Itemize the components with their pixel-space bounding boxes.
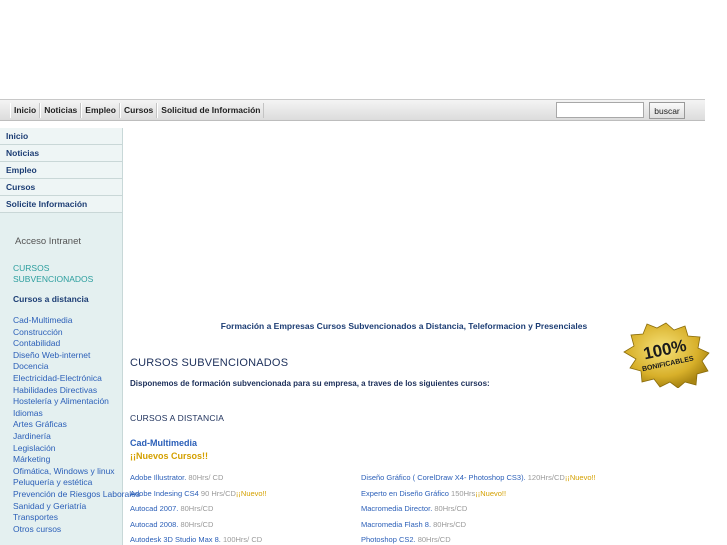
course-list-left: Adobe Illustrator. 80Hrs/ CD Adobe Indesi…	[130, 470, 360, 545]
course-item[interactable]: Autocad 2007. 80Hrs/CD	[130, 501, 360, 517]
course-name[interactable]: Autocad 2007.	[130, 504, 178, 513]
category-link[interactable]: Legislación	[13, 443, 121, 455]
section-title: CURSOS A DISTANCIA	[130, 413, 225, 423]
page-title: CURSOS SUBVENCIONADOS	[130, 357, 289, 369]
category-link[interactable]: Diseño Web-internet	[13, 350, 121, 362]
topnav-inicio[interactable]: Inicio	[10, 103, 41, 118]
category-link[interactable]: Prevención de Riesgos Laborales	[13, 489, 140, 501]
category-link[interactable]: Habilidades Directivas	[13, 385, 121, 397]
course-name[interactable]: Photoshop CS2.	[361, 535, 416, 544]
new-badge: ¡¡Nuevo!!	[475, 488, 507, 498]
course-name[interactable]: Experto en Diseño Gráfico	[361, 489, 449, 498]
category-title[interactable]: CURSOS SUBVENCIONADOS	[13, 263, 118, 285]
category-heading[interactable]: Cad-Multimedia	[130, 438, 197, 448]
sidebar: Inicio Noticias Empleo Cursos Solicite I…	[0, 128, 140, 545]
sidebar-item-noticias[interactable]: Noticias	[0, 145, 122, 162]
category-link[interactable]: Márketing	[13, 454, 121, 466]
course-duration: 120Hrs/CD	[525, 473, 565, 482]
category-link[interactable]: Electricidad-Electrónica	[13, 373, 121, 385]
intro-text: Disponemos de formación subvencionada pa…	[130, 379, 490, 388]
course-name[interactable]: Diseño Gráfico ( CorelDraw X4- Photoshop…	[361, 473, 526, 482]
course-duration: 100Hrs/ CD	[220, 535, 263, 544]
course-duration: 80Hrs/CD	[178, 504, 214, 513]
category-link[interactable]: Docencia	[13, 361, 121, 373]
course-name[interactable]: Autodesk 3D Studio Max 8.	[130, 535, 221, 544]
search-button[interactable]: buscar	[649, 102, 685, 119]
course-item[interactable]: Diseño Gráfico ( CorelDraw X4- Photoshop…	[361, 470, 621, 486]
course-item[interactable]: Experto en Diseño Gráfico 150Hrs¡¡Nuevo!…	[361, 486, 621, 502]
course-item[interactable]: Adobe Illustrator. 80Hrs/ CD	[130, 470, 360, 486]
sidebar-item-empleo[interactable]: Empleo	[0, 162, 122, 179]
course-duration: 90 Hrs/CD	[198, 488, 236, 498]
category-link[interactable]: Otros cursos	[13, 524, 121, 536]
course-item[interactable]: Macromedia Flash 8. 80Hrs/CD	[361, 517, 621, 533]
tagline: Formación a Empresas Cursos Subvencionad…	[220, 321, 588, 331]
category-link[interactable]: Transportes	[13, 512, 121, 524]
course-duration: 150Hrs	[448, 488, 476, 498]
new-badge: ¡¡Nuevo!!	[564, 473, 596, 482]
category-link[interactable]: Contabilidad	[13, 338, 121, 350]
category-link[interactable]: Hostelería y Alimentación	[13, 396, 121, 408]
course-duration: 80Hrs/CD	[178, 519, 214, 529]
category-link[interactable]: Ofimática, Windows y linux	[13, 466, 121, 478]
course-name[interactable]: Adobe Indesing CS4	[130, 489, 199, 498]
course-list-right: Diseño Gráfico ( CorelDraw X4- Photoshop…	[361, 470, 621, 545]
course-name[interactable]: Adobe Illustrator.	[130, 473, 186, 482]
new-badge: ¡¡Nuevo!!	[235, 488, 267, 498]
category-link[interactable]: Construcción	[13, 327, 121, 339]
category-link[interactable]: Idiomas	[13, 408, 121, 420]
category-subtitle[interactable]: Cursos a distancia	[13, 294, 89, 304]
course-duration: 80Hrs/CD	[415, 535, 451, 544]
course-duration: 80Hrs/ CD	[186, 473, 224, 482]
intranet-link[interactable]: Acceso Intranet	[15, 236, 81, 247]
course-item[interactable]: Adobe Indesing CS4 90 Hrs/CD¡¡Nuevo!!	[130, 486, 360, 502]
course-item[interactable]: Autocad 2008. 80Hrs/CD	[130, 517, 360, 533]
sidebar-item-solicite[interactable]: Solicite Información	[0, 196, 122, 213]
topnav-cursos[interactable]: Cursos	[119, 103, 158, 118]
search-input[interactable]	[556, 102, 644, 118]
course-name[interactable]: Macromedia Director.	[361, 504, 432, 513]
category-link[interactable]: Sanidad y Geriatría	[13, 501, 121, 513]
course-item[interactable]: Autodesk 3D Studio Max 8. 100Hrs/ CD	[130, 532, 360, 545]
top-navigation-bar: Inicio Noticias Empleo Cursos Solicitud …	[0, 99, 705, 121]
course-name[interactable]: Autocad 2008.	[130, 520, 178, 529]
category-links: Cad-Multimedia Construcción Contabilidad…	[13, 315, 140, 536]
new-courses-label: ¡¡Nuevos Cursos!!	[130, 451, 209, 461]
category-link[interactable]: Cad-Multimedia	[13, 315, 121, 327]
course-item[interactable]: Macromedia Director. 80Hrs/CD	[361, 501, 621, 517]
category-link[interactable]: Artes Gráficas	[13, 419, 121, 431]
course-duration: 80Hrs/CD	[432, 504, 468, 513]
category-link[interactable]: Peluquería y estética	[13, 477, 121, 489]
topnav-noticias[interactable]: Noticias	[40, 103, 82, 118]
course-item[interactable]: Photoshop CS2. 80Hrs/CD	[361, 532, 621, 545]
sidebar-item-cursos[interactable]: Cursos	[0, 179, 122, 196]
bonificables-seal-icon: 100% BONIFICABLES	[623, 322, 710, 388]
sidebar-menu: Inicio Noticias Empleo Cursos Solicite I…	[0, 128, 122, 213]
topnav-empleo[interactable]: Empleo	[81, 103, 120, 118]
topnav-solicitud[interactable]: Solicitud de Información	[157, 103, 265, 118]
top-nav-menu: Inicio Noticias Empleo Cursos Solicitud …	[10, 103, 265, 118]
course-duration: 80Hrs/CD	[431, 519, 467, 529]
course-name[interactable]: Macromedia Flash 8.	[361, 520, 431, 529]
category-link[interactable]: Jardinería	[13, 431, 121, 443]
sidebar-item-inicio[interactable]: Inicio	[0, 128, 122, 145]
